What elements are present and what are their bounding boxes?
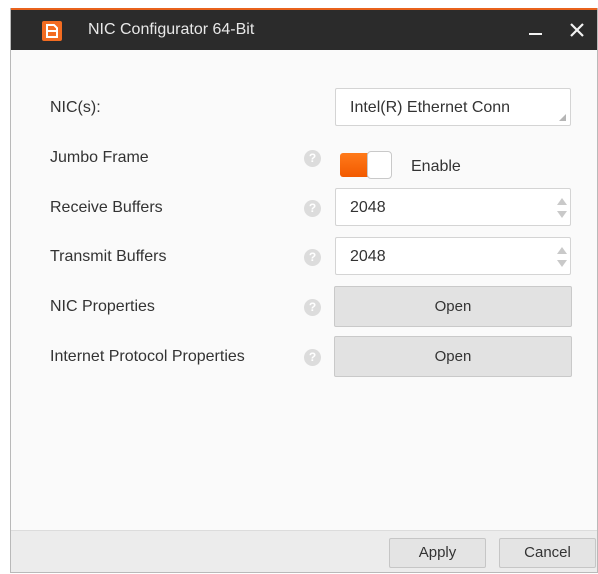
title-bar[interactable]: NIC Configurator 64-Bit	[11, 8, 597, 50]
spin-up-arrow-icon[interactable]	[556, 246, 568, 255]
nic-properties-label: NIC Properties	[50, 298, 155, 315]
dialog-footer: Apply Cancel	[11, 530, 597, 572]
help-icon[interactable]: ?	[304, 299, 321, 316]
transmit-buffers-spinbox[interactable]: 2048	[335, 237, 571, 275]
spin-down-arrow-icon[interactable]	[556, 259, 568, 268]
transmit-buffers-value: 2048	[350, 248, 386, 265]
jumbo-frame-label: Jumbo Frame	[50, 149, 149, 166]
ip-properties-label: Internet Protocol Properties	[50, 348, 245, 365]
close-icon	[570, 23, 584, 37]
jumbo-frame-toggle-label: Enable	[411, 158, 461, 175]
help-icon[interactable]: ?	[304, 200, 321, 217]
nic-configurator-window: NIC Configurator 64-Bit NIC(s): Intel(R)…	[10, 8, 598, 573]
spin-down-arrow-icon[interactable]	[556, 210, 568, 219]
minimize-icon	[529, 33, 542, 35]
nic-properties-open-button[interactable]: Open	[334, 286, 572, 327]
receive-buffers-label: Receive Buffers	[50, 199, 163, 216]
app-logo-icon	[42, 21, 62, 41]
nic-select[interactable]: Intel(R) Ethernet Conn	[335, 88, 571, 126]
ip-properties-open-button[interactable]: Open	[334, 336, 572, 377]
apply-button[interactable]: Apply	[389, 538, 486, 568]
minimize-button[interactable]	[521, 18, 551, 44]
transmit-buffers-label: Transmit Buffers	[50, 248, 167, 265]
cancel-button[interactable]: Cancel	[499, 538, 596, 568]
help-icon[interactable]: ?	[304, 249, 321, 266]
receive-buffers-spinbox[interactable]: 2048	[335, 188, 571, 226]
nic-value: Intel(R) Ethernet Conn	[350, 99, 511, 116]
help-icon[interactable]: ?	[304, 150, 321, 167]
toggle-knob	[367, 151, 392, 179]
close-button[interactable]	[563, 16, 591, 44]
help-icon[interactable]: ?	[304, 349, 321, 366]
resize-grip-icon	[559, 114, 566, 121]
nic-label: NIC(s):	[50, 99, 101, 116]
window-title: NIC Configurator 64-Bit	[88, 21, 255, 38]
spin-up-arrow-icon[interactable]	[556, 197, 568, 206]
jumbo-frame-toggle[interactable]	[340, 151, 392, 179]
receive-buffers-value: 2048	[350, 199, 386, 216]
